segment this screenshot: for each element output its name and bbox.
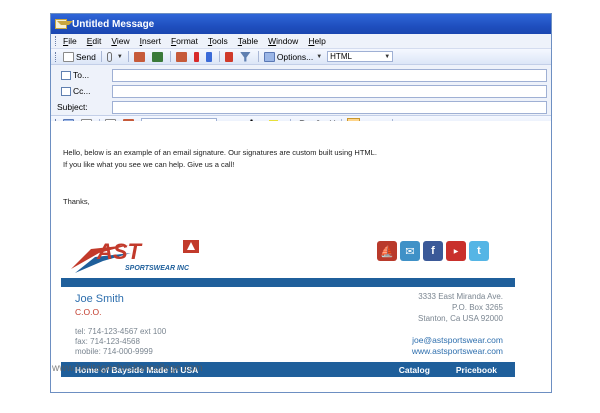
grip-handle-icon[interactable] xyxy=(55,36,58,46)
signature-address-2: P.O. Box 3265 xyxy=(452,303,503,312)
logo-text: AST xyxy=(96,239,143,264)
email-signature: AST SPORTSWEAR INC ⛵ ✉ f ▶ t Joe Smith C… xyxy=(61,231,515,379)
chevron-down-icon: ▼ xyxy=(384,53,391,60)
cc-button[interactable]: Cc... xyxy=(57,85,109,98)
message-line-3: Thanks, xyxy=(63,197,90,206)
watermark-text: www.heritagechristiancollege.com xyxy=(52,363,203,374)
pricebook-link[interactable]: Pricebook xyxy=(456,365,497,375)
signature-title: C.O.O. xyxy=(75,307,102,317)
menu-format[interactable]: Format xyxy=(171,36,198,46)
window-title: Untitled Message xyxy=(72,18,155,30)
message-format-value: HTML xyxy=(330,52,352,61)
signature-links: Catalog Pricebook xyxy=(373,365,515,375)
twitter-icon[interactable]: t xyxy=(469,241,489,261)
message-line-2: If you like what you see we can help. Gi… xyxy=(63,160,235,169)
title-bar[interactable]: Untitled Message xyxy=(51,14,551,34)
address-book-icon xyxy=(61,70,71,80)
menu-view[interactable]: View xyxy=(111,36,129,46)
signature-mobile: mobile: 714-000-9999 xyxy=(75,347,153,356)
menu-table[interactable]: Table xyxy=(238,36,258,46)
to-label-wrap: To... xyxy=(51,69,109,82)
send-button[interactable]: Send xyxy=(63,51,96,63)
cc-label: Cc... xyxy=(73,86,91,96)
signature-email-link[interactable]: joe@astsportswear.com xyxy=(412,335,503,345)
cc-input[interactable] xyxy=(112,84,547,98)
message-format-select[interactable]: HTML ▼ xyxy=(327,51,394,62)
menu-window[interactable]: Window xyxy=(268,36,298,46)
signature-fax: fax: 714-123-4568 xyxy=(75,337,140,346)
message-body[interactable]: Hello, below is an example of an email s… xyxy=(51,121,551,392)
send-icon xyxy=(63,51,74,62)
signature-name: Joe Smith xyxy=(75,293,124,305)
catalog-link[interactable]: Catalog xyxy=(399,365,430,375)
chevron-down-icon: ▼ xyxy=(116,53,123,60)
cc-label-wrap: Cc... xyxy=(51,85,109,98)
options-button[interactable]: Options... ▼ xyxy=(263,51,323,63)
check-names-icon xyxy=(151,51,163,62)
arrow-down-icon xyxy=(205,51,212,62)
signature-top-bar xyxy=(61,278,515,287)
grip-handle-icon[interactable] xyxy=(55,51,58,62)
options-icon xyxy=(263,51,275,62)
signature-address-3: Stanton, Ca USA 92000 xyxy=(418,314,503,323)
toolbar-separator xyxy=(169,51,171,62)
toolbar-separator xyxy=(127,51,129,62)
toolbar-separator xyxy=(218,51,220,62)
permission-icon xyxy=(239,51,251,62)
ast-logo: AST SPORTSWEAR INC xyxy=(71,239,199,273)
address-book-icon xyxy=(133,51,145,62)
importance-high-button[interactable] xyxy=(193,51,201,63)
send-label: Send xyxy=(76,51,96,62)
signature-website-link[interactable]: www.astsportswear.com xyxy=(412,346,503,356)
to-row: To... xyxy=(51,67,551,83)
toolbar-separator xyxy=(100,51,102,62)
signature-address-1: 3333 East Miranda Ave. xyxy=(418,292,503,301)
attach-button[interactable]: ▼ xyxy=(106,51,123,63)
to-input[interactable] xyxy=(112,68,547,82)
signature-tel: tel: 714-123-4567 ext 100 xyxy=(75,327,167,336)
signature-button[interactable] xyxy=(175,51,189,63)
logo-subtext: SPORTSWEAR INC xyxy=(125,265,190,272)
options-label: Options... xyxy=(276,51,314,62)
to-button[interactable]: To... xyxy=(57,69,109,82)
menu-insert[interactable]: Insert xyxy=(140,36,161,46)
follow-up-button[interactable] xyxy=(224,51,235,63)
exclamation-icon xyxy=(193,51,199,62)
chevron-down-icon: ▼ xyxy=(316,53,323,60)
menu-help[interactable]: Help xyxy=(308,36,325,46)
menu-tools[interactable]: Tools xyxy=(208,36,228,46)
standard-toolbar: Send ▼ Options... ▼ HTML ▼ xyxy=(51,49,551,65)
permission-button[interactable] xyxy=(239,51,253,63)
social-icons: ⛵ ✉ f ▶ t xyxy=(377,241,492,261)
importance-low-button[interactable] xyxy=(205,51,214,63)
subject-row: Subject: xyxy=(51,99,551,115)
paperclip-icon xyxy=(106,51,112,62)
to-label: To... xyxy=(73,70,90,80)
youtube-icon[interactable]: ▶ xyxy=(446,241,466,261)
message-line-1: Hello, below is an example of an email s… xyxy=(63,148,377,157)
address-book-icon xyxy=(61,86,71,96)
menu-file[interactable]: File xyxy=(63,36,77,46)
envelope-icon xyxy=(55,19,73,29)
subject-input[interactable] xyxy=(112,100,547,114)
toolbar-separator xyxy=(257,51,259,62)
check-names-button[interactable] xyxy=(151,51,165,63)
address-fields: To... Cc... Subject: xyxy=(51,65,551,116)
address-book-button[interactable] xyxy=(133,51,147,63)
subject-label: Subject: xyxy=(57,102,88,112)
cc-row: Cc... xyxy=(51,83,551,99)
message-window: Untitled Message File Edit View Insert F… xyxy=(50,13,552,393)
facebook-icon[interactable]: f xyxy=(423,241,443,261)
menu-bar: File Edit View Insert Format Tools Table… xyxy=(51,34,551,49)
signature-icon xyxy=(175,51,187,62)
menu-edit[interactable]: Edit xyxy=(87,36,102,46)
boat-logo-icon[interactable]: ⛵ xyxy=(377,241,397,261)
mail-icon[interactable]: ✉ xyxy=(400,241,420,261)
flag-icon xyxy=(224,51,233,62)
